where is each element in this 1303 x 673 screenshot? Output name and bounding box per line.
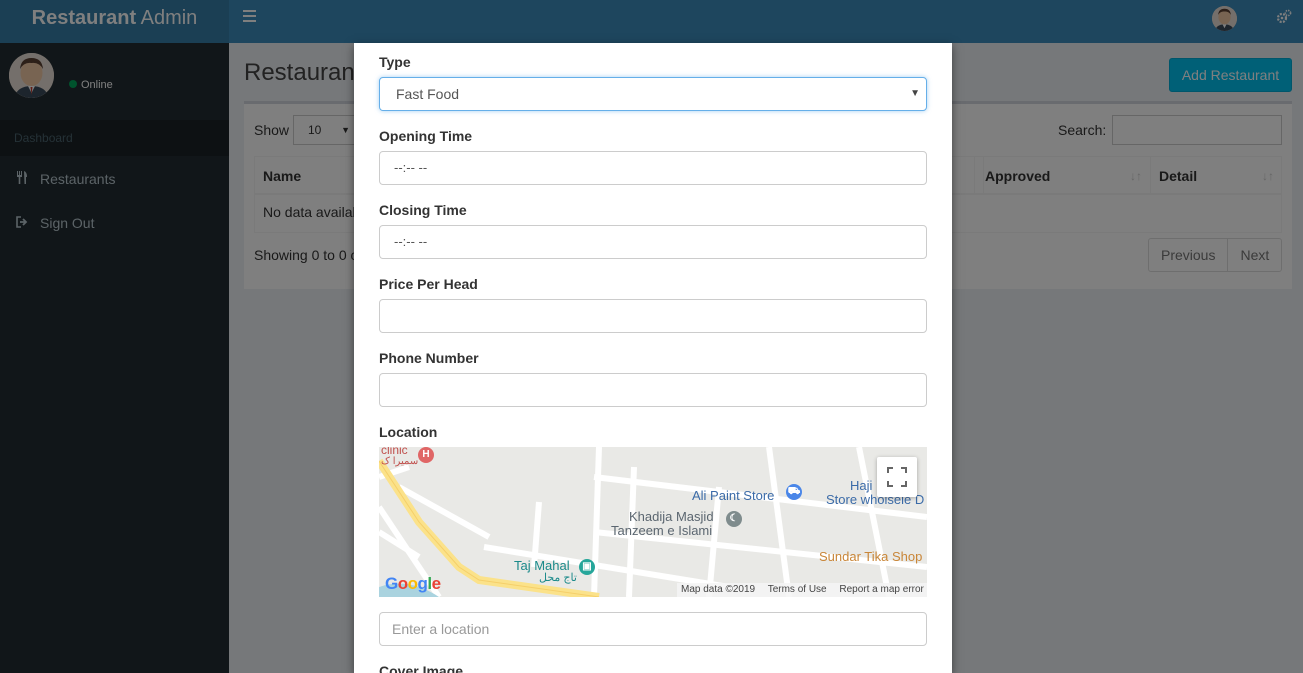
opening-time-input[interactable]: --:-- -- — [379, 151, 927, 185]
terms-link[interactable]: Terms of Use — [768, 584, 827, 595]
location-map[interactable]: clinic سمیرا ک H Ali Paint Store ⛟ Haji … — [379, 447, 927, 597]
report-map-error-link[interactable]: Report a map error — [839, 584, 923, 595]
phone-number-input[interactable] — [379, 373, 927, 407]
phone-number-label: Phone Number — [379, 350, 479, 366]
map-label-khadija: Khadija Masjid — [629, 509, 714, 524]
closing-time-label: Closing Time — [379, 202, 467, 218]
fullscreen-icon[interactable] — [877, 457, 917, 497]
map-attribution: Map data ©2019 Terms of Use Report a map… — [677, 583, 927, 597]
landmark-pin-icon[interactable]: ▣ — [579, 559, 595, 575]
map-label-taj-urdu: تاج محل — [539, 572, 577, 584]
price-per-head-input[interactable] — [379, 299, 927, 333]
add-restaurant-modal: Type Fast Food ▼ Opening Time --:-- -- Cl… — [354, 43, 952, 673]
closing-time-input[interactable]: --:-- -- — [379, 225, 927, 259]
map-label-tanzeem: Tanzeem e Islami — [611, 523, 713, 538]
shopping-cart-pin-icon[interactable]: ⛟ — [786, 484, 802, 500]
location-label: Location — [379, 424, 438, 440]
google-logo: Google — [385, 574, 441, 593]
map-label-haji: Haji — [850, 478, 873, 493]
cover-image-label: Cover Image — [379, 663, 464, 673]
chevron-down-icon: ▼ — [910, 88, 920, 99]
map-label-sundar: Sundar Tika Shop — [819, 549, 923, 564]
price-per-head-label: Price Per Head — [379, 276, 478, 292]
type-label: Type — [379, 54, 411, 70]
location-input[interactable]: Enter a location — [379, 612, 927, 646]
hospital-pin-icon[interactable]: H — [418, 447, 434, 463]
map-data-text: Map data ©2019 — [681, 584, 756, 595]
map-label-clinic-urdu: سمیرا ک — [381, 456, 419, 467]
type-select[interactable]: Fast Food ▼ — [379, 77, 927, 111]
mosque-pin-icon[interactable]: ☾ — [726, 511, 742, 527]
map-label-ali-paint: Ali Paint Store — [692, 488, 775, 503]
opening-time-label: Opening Time — [379, 128, 473, 144]
